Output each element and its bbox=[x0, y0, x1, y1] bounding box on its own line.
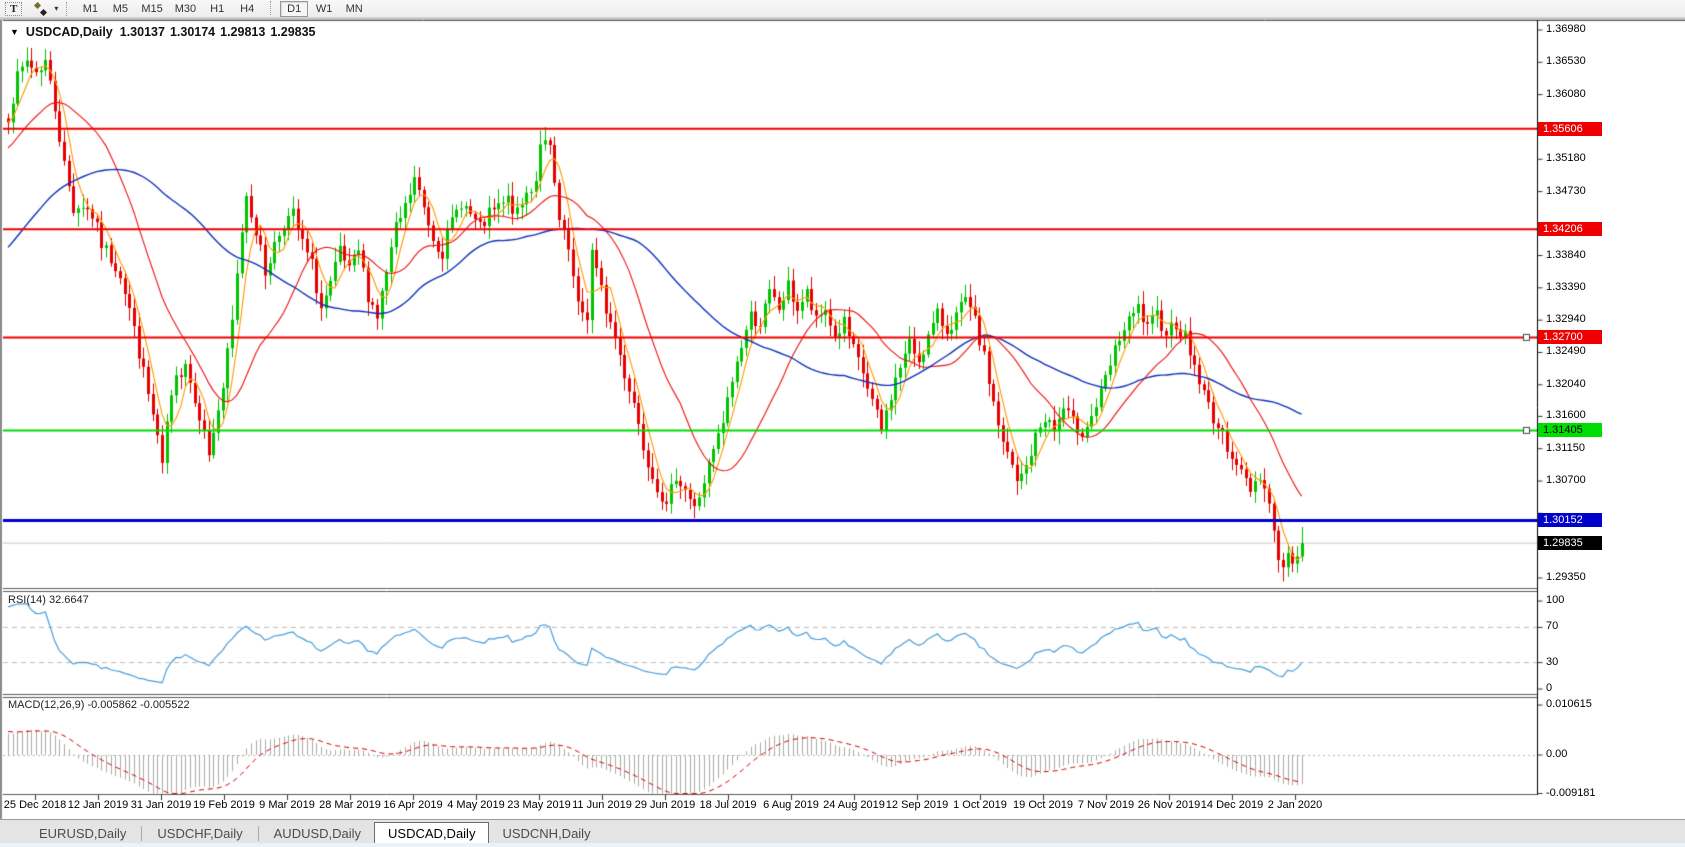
timeframe-button-w1[interactable]: W1 bbox=[310, 1, 338, 17]
price-chart-canvas[interactable] bbox=[0, 0, 1685, 847]
arrow-diamond-icon bbox=[40, 8, 47, 15]
symbol-tab-eurusd[interactable]: EURUSD,Daily bbox=[26, 823, 139, 844]
arrange-charts-button[interactable] bbox=[32, 2, 50, 16]
date-axis-label: 18 Jul 2019 bbox=[700, 799, 757, 811]
price-tick-label: 1.36530 bbox=[1546, 55, 1586, 67]
arrow-diamond-icon bbox=[34, 1, 41, 8]
date-axis-label: 2 Jan 2020 bbox=[1268, 799, 1322, 811]
price-tick-label: 1.31150 bbox=[1546, 442, 1585, 454]
price-tick-label: 1.32940 bbox=[1546, 313, 1586, 325]
price-tick-label: 1.32490 bbox=[1546, 345, 1586, 357]
hline-price-tag: 1.32700 bbox=[1538, 330, 1602, 344]
price-tick-label: 1.29350 bbox=[1546, 571, 1586, 583]
current-price-tag: 1.29835 bbox=[1538, 536, 1602, 550]
text-tool-button[interactable]: T bbox=[5, 2, 22, 16]
price-tick-label: 1.36980 bbox=[1546, 23, 1586, 35]
tab-divider bbox=[258, 826, 259, 841]
date-axis-label: 19 Feb 2019 bbox=[193, 799, 255, 811]
macd-panel-label: MACD(12,26,9) -0.005862 -0.005522 bbox=[8, 699, 190, 711]
rsi-tick-label: 100 bbox=[1546, 594, 1564, 606]
dropdown-caret-icon[interactable]: ▾ bbox=[54, 4, 58, 13]
timeframe-button-m5[interactable]: M5 bbox=[106, 1, 134, 17]
macd-tick-label: -0.009181 bbox=[1546, 787, 1596, 799]
date-axis-label: 4 May 2019 bbox=[447, 799, 504, 811]
ohlc-readout: 1.30137 1.30174 1.29813 1.29835 bbox=[120, 25, 316, 39]
date-axis-label: 28 Mar 2019 bbox=[319, 799, 381, 811]
price-tick-label: 1.30700 bbox=[1546, 474, 1586, 486]
tab-divider bbox=[141, 826, 142, 841]
price-tick-label: 1.36080 bbox=[1546, 88, 1586, 100]
timeframe-button-h4[interactable]: H4 bbox=[233, 1, 261, 17]
hline-price-tag: 1.34206 bbox=[1538, 222, 1602, 236]
hline-price-tag: 1.30152 bbox=[1538, 513, 1602, 527]
low-value: 1.29813 bbox=[220, 25, 265, 39]
letter-t-icon: T bbox=[10, 3, 17, 15]
date-axis-label: 12 Jan 2019 bbox=[68, 799, 129, 811]
date-axis-label: 31 Jan 2019 bbox=[131, 799, 192, 811]
toolbar-separator bbox=[270, 1, 271, 15]
hline-price-tag: 1.31405 bbox=[1538, 423, 1602, 437]
symbol-tab-usdchf[interactable]: USDCHF,Daily bbox=[144, 823, 255, 844]
symbol-dropdown-icon[interactable]: ▼ bbox=[10, 27, 19, 37]
timeframe-button-d1[interactable]: D1 bbox=[280, 1, 308, 17]
toolbar: T ▾ M1M5M15M30H1H4 D1W1MN bbox=[0, 0, 1685, 18]
price-tick-label: 1.34730 bbox=[1546, 185, 1586, 197]
date-axis-label: 12 Sep 2019 bbox=[886, 799, 948, 811]
timeframe-button-m15[interactable]: M15 bbox=[136, 1, 167, 17]
price-tick-label: 1.35180 bbox=[1546, 152, 1586, 164]
date-axis-label: 25 Dec 2018 bbox=[4, 799, 66, 811]
symbol-tab-audusd[interactable]: AUDUSD,Daily bbox=[261, 823, 374, 844]
rsi-tick-label: 0 bbox=[1546, 682, 1552, 694]
date-axis-label: 24 Aug 2019 bbox=[823, 799, 885, 811]
toolbar-separator bbox=[66, 2, 67, 16]
timeframe-button-m1[interactable]: M1 bbox=[76, 1, 104, 17]
trading-terminal-window: T ▾ M1M5M15M30H1H4 D1W1MN ▼ USDCAD,Daily … bbox=[0, 0, 1685, 847]
rsi-tick-label: 30 bbox=[1546, 656, 1558, 668]
date-axis-label: 9 Mar 2019 bbox=[259, 799, 315, 811]
symbol-tab-usdcad[interactable]: USDCAD,Daily bbox=[374, 822, 489, 845]
timeframe-button-group: M1M5M15M30H1H4 D1W1MN bbox=[75, 1, 369, 17]
timeframe-button-m30[interactable]: M30 bbox=[170, 1, 201, 17]
chart-symbol-label: USDCAD,Daily bbox=[26, 25, 113, 39]
date-axis-label: 14 Dec 2019 bbox=[1201, 799, 1263, 811]
symbol-tab-usdcnh[interactable]: USDCNH,Daily bbox=[489, 823, 603, 844]
date-axis-label: 19 Oct 2019 bbox=[1013, 799, 1073, 811]
date-axis-label: 1 Oct 2019 bbox=[953, 799, 1007, 811]
date-axis-label: 6 Aug 2019 bbox=[763, 799, 819, 811]
price-tick-label: 1.31600 bbox=[1546, 409, 1586, 421]
price-tick-label: 1.33390 bbox=[1546, 281, 1586, 293]
hline-price-tag: 1.35606 bbox=[1538, 122, 1602, 136]
macd-tick-label: 0.010615 bbox=[1546, 698, 1592, 710]
macd-tick-label: 0.00 bbox=[1546, 748, 1567, 760]
price-tick-label: 1.33840 bbox=[1546, 249, 1586, 261]
timeframe-button-h1[interactable]: H1 bbox=[203, 1, 231, 17]
date-axis-label: 11 Jun 2019 bbox=[572, 799, 632, 811]
rsi-panel-label: RSI(14) 32.6647 bbox=[8, 594, 89, 606]
status-strip bbox=[0, 843, 1685, 847]
date-axis-label: 7 Nov 2019 bbox=[1078, 799, 1134, 811]
high-value: 1.30174 bbox=[170, 25, 215, 39]
date-axis-label: 26 Nov 2019 bbox=[1138, 799, 1200, 811]
price-tick-label: 1.32040 bbox=[1546, 378, 1586, 390]
close-value: 1.29835 bbox=[270, 25, 315, 39]
date-axis-label: 16 Apr 2019 bbox=[383, 799, 442, 811]
timeframe-button-mn[interactable]: MN bbox=[340, 1, 368, 17]
date-axis-label: 29 Jun 2019 bbox=[635, 799, 696, 811]
chart-title: ▼ USDCAD,Daily 1.30137 1.30174 1.29813 1… bbox=[10, 25, 316, 39]
date-axis-label: 23 May 2019 bbox=[507, 799, 571, 811]
rsi-tick-label: 70 bbox=[1546, 620, 1558, 632]
open-value: 1.30137 bbox=[120, 25, 165, 39]
